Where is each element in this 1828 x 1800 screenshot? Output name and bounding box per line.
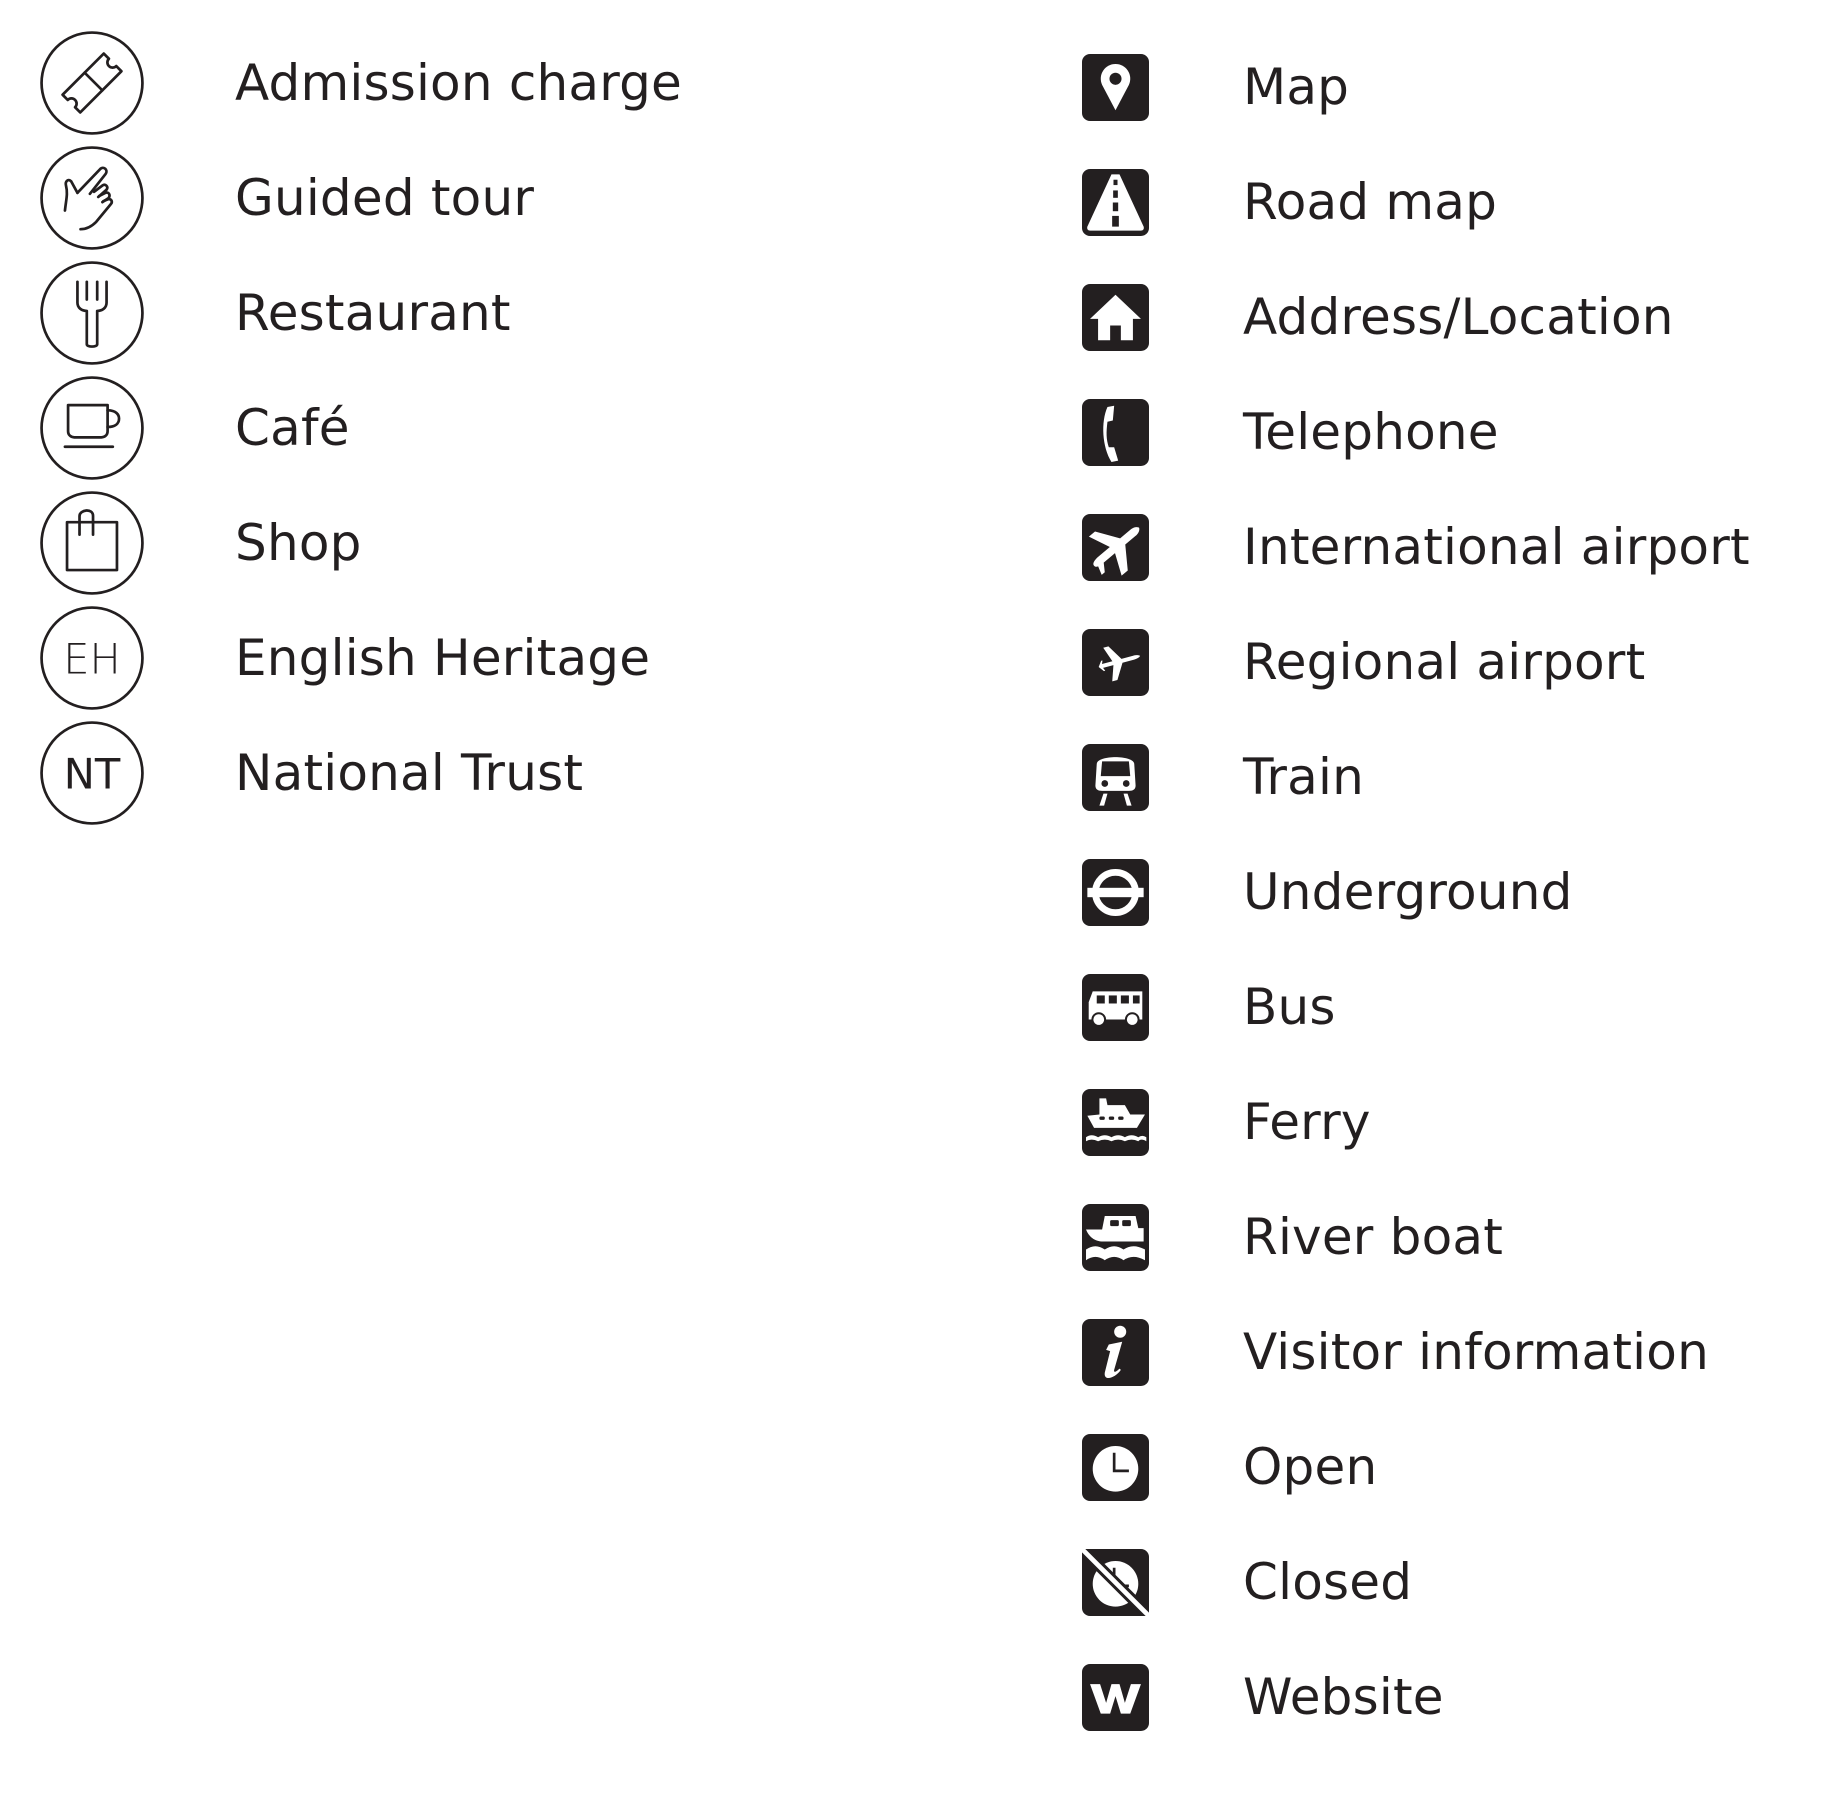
information-icon [1082, 1319, 1149, 1386]
legend-label: Closed [1243, 1553, 1413, 1611]
road-icon [1082, 169, 1149, 236]
legend-label: International airport [1243, 518, 1750, 576]
pointing-hand-icon [40, 146, 144, 250]
legend-label: Restaurant [235, 284, 511, 342]
legend-label: National Trust [235, 744, 584, 802]
river-boat-icon [1082, 1204, 1149, 1271]
legend-label: Train [1243, 748, 1364, 806]
icon-text: EH [63, 635, 121, 684]
legend-label: Map [1243, 58, 1350, 116]
map-pin-icon [1082, 54, 1149, 121]
legend-label: Admission charge [235, 54, 683, 112]
legend-label: Café [235, 399, 350, 457]
legend-label: Bus [1243, 978, 1336, 1036]
legend-label: Address/Location [1243, 288, 1674, 346]
legend-label: Ferry [1243, 1093, 1371, 1151]
house-icon [1082, 284, 1149, 351]
legend-label: Regional airport [1243, 633, 1646, 691]
legend-label: River boat [1243, 1208, 1504, 1266]
legend-label: Telephone [1243, 403, 1499, 461]
legend-label: Road map [1243, 173, 1498, 231]
clock-icon [1082, 1434, 1149, 1501]
large-airplane-icon [1082, 514, 1149, 581]
clock-crossed-icon [1082, 1549, 1149, 1616]
national-trust-icon: NT [40, 721, 144, 825]
legend-label: Website [1243, 1668, 1444, 1726]
fork-icon [40, 261, 144, 365]
shopping-bag-icon [40, 491, 144, 595]
underground-roundel-icon [1082, 859, 1149, 926]
symbol-legend: Admission charge Guided tour Restaurant … [0, 0, 1828, 1800]
legend-label: Visitor information [1243, 1323, 1709, 1381]
icon-text: NT [64, 750, 121, 799]
english-heritage-icon: EH [40, 606, 144, 710]
legend-label: Underground [1243, 863, 1573, 921]
legend-label: Shop [235, 514, 362, 572]
coffee-cup-icon [40, 376, 144, 480]
legend-label: Guided tour [235, 169, 535, 227]
train-icon [1082, 744, 1149, 811]
legend-label: English Heritage [235, 629, 651, 687]
telephone-icon [1082, 399, 1149, 466]
small-airplane-icon [1082, 629, 1149, 696]
legend-label: Open [1243, 1438, 1378, 1496]
website-w-icon [1082, 1664, 1149, 1731]
ferry-icon [1082, 1089, 1149, 1156]
bus-icon [1082, 974, 1149, 1041]
ticket-icon [40, 31, 144, 135]
